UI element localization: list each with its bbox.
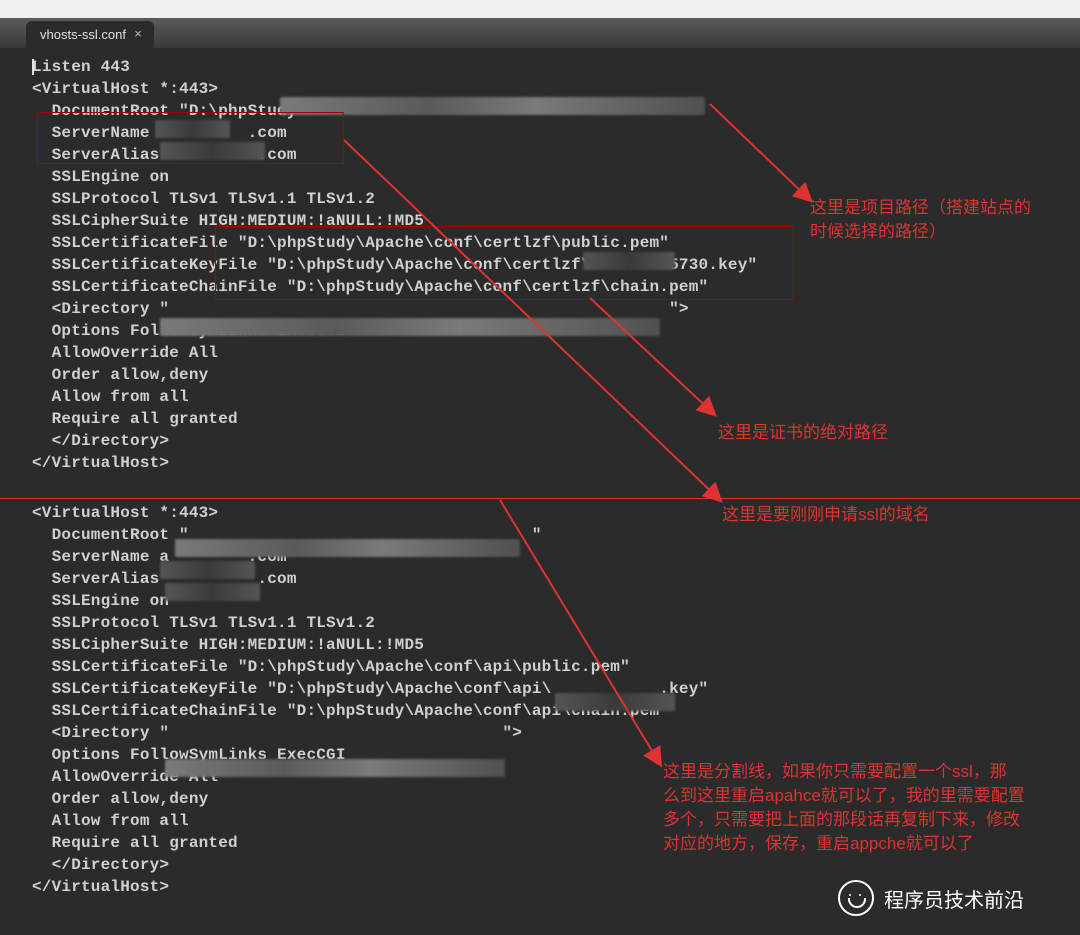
annotation-label-domain: 这里是要刚刚申请ssl的域名 [722,500,930,525]
watermark: 程序员技术前沿 [838,880,1024,916]
annotation-label-separator: 这里是分割线，如果你只需要配置一个ssl，那 么到这里重启apahce就可以了，… [663,760,1025,856]
annotation-label-project-path: 这里是项目路径（搭建站点的 时候选择的路径） [810,196,1031,244]
annotation-label-cert-path: 这里是证书的绝对路径 [718,418,888,443]
code-line: Require all granted [0,408,1080,430]
code-line: </Directory> [0,430,1080,452]
code-line: SSLEngine on [0,590,1080,612]
code-line: SSLCertificateFile "D:\phpStudy\Apache\c… [0,656,1080,678]
close-icon[interactable]: × [130,26,146,42]
tab-strip: vhosts-ssl.conf × [0,18,1080,48]
redaction [160,561,255,579]
redaction [175,539,520,557]
code-line: SSLCipherSuite HIGH:MEDIUM:!aNULL:!MD5 [0,634,1080,656]
annotation-box-cert [215,226,794,300]
wechat-avatar-icon [838,880,874,916]
code-line: DocumentRoot " " [0,524,1080,546]
code-line: SSLCertificateKeyFile "D:\phpStudy\Apach… [0,678,1080,700]
code-line: </VirtualHost> [0,452,1080,474]
code-line: AllowOverride All [0,342,1080,364]
annotation-box-domain [37,112,344,164]
editor-window: { "tab": { "title": "vhosts-ssl.conf", "… [0,0,1080,935]
code-line: SSLCertificateChainFile "D:\phpStudy\Apa… [0,700,1080,722]
separator-line [0,498,1080,499]
tab-title: vhosts-ssl.conf [40,27,126,42]
redaction [160,318,660,336]
code-line: SSLProtocol TLSv1 TLSv1.1 TLSv1.2 [0,612,1080,634]
code-line: SSLEngine on [0,166,1080,188]
window-titlebar [0,0,1080,19]
code-line: Listen 443 [0,56,1080,78]
code-line: <Directory " "> [0,722,1080,744]
editor-padding [0,48,1080,56]
redaction [165,583,260,601]
redaction [555,693,675,711]
file-tab[interactable]: vhosts-ssl.conf × [26,21,154,48]
redaction [165,759,505,777]
code-line: Allow from all [0,386,1080,408]
code-line: Order allow,deny [0,364,1080,386]
watermark-text: 程序员技术前沿 [884,884,1024,913]
code-line: </Directory> [0,854,1080,876]
code-line: <Directory " "> [0,298,1080,320]
